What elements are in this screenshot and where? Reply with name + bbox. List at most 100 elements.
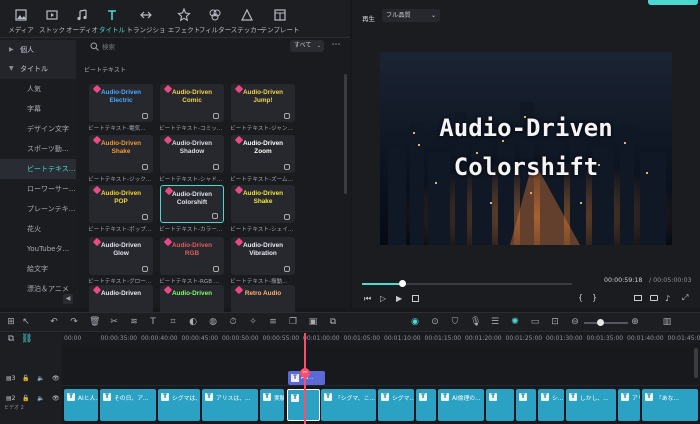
timeline-scrollbar[interactable] — [694, 348, 698, 378]
download-icon[interactable] — [142, 266, 148, 272]
download-icon[interactable] — [284, 113, 290, 119]
title-card[interactable]: Audio-Driven Glow — [89, 237, 153, 275]
shield-icon[interactable]: ⛉ — [450, 317, 460, 327]
lock-icon[interactable]: 🔓 — [22, 395, 29, 402]
zoom-handle[interactable] — [597, 319, 604, 326]
category-sports[interactable]: スポーツ動... — [0, 139, 76, 159]
title-card[interactable]: Audio-Driven POP — [89, 185, 153, 223]
title-card[interactable]: Audio-Driven Vibration — [231, 237, 295, 275]
eye-icon[interactable]: 👁 — [52, 375, 60, 382]
download-icon[interactable] — [284, 214, 290, 220]
progress-handle[interactable] — [398, 280, 406, 287]
video-clip[interactable]: T 「シグマ、こ... — [321, 389, 376, 421]
download-icon[interactable] — [284, 164, 290, 170]
text-tool-icon[interactable]: T — [148, 317, 158, 327]
download-icon[interactable] — [142, 214, 148, 220]
render-icon[interactable]: ◉ — [410, 317, 420, 327]
mark-in-button[interactable]: { — [578, 293, 583, 302]
video-clip[interactable]: T — [416, 389, 436, 421]
zoom-in-icon[interactable]: ⊕ — [630, 317, 640, 327]
detach-icon[interactable]: ⧉ — [328, 317, 338, 327]
video-clip[interactable]: Tシグマは、... — [158, 389, 200, 421]
eye-icon[interactable]: 👁 — [52, 395, 60, 402]
title-card[interactable]: Audio-Driven Shake — [231, 185, 295, 223]
category-emoji[interactable]: 絵文字 — [0, 259, 76, 279]
mic-icon[interactable]: 🎙 — [470, 317, 481, 327]
monitor-icon[interactable] — [634, 295, 642, 301]
video-clip[interactable]: T その日、ア... — [100, 389, 156, 421]
download-icon[interactable] — [213, 164, 219, 170]
zoom-slider[interactable] — [584, 322, 628, 324]
grid-scrollbar[interactable] — [344, 74, 347, 194]
audio-wave-icon[interactable]: ≋ — [129, 317, 139, 327]
video-clip[interactable]: T しかし、... — [566, 389, 616, 421]
link-icon[interactable]: ⛓ — [21, 334, 32, 344]
category-popular[interactable]: 人気 — [0, 79, 76, 99]
download-icon[interactable] — [142, 164, 148, 170]
timeline-ruler[interactable]: 00:00 00:00:35:00 00:00:40:00 00:00:45:00 00… — [62, 333, 700, 345]
category-plain-text[interactable]: プレーンテキ... — [0, 199, 76, 219]
screen-icon[interactable]: ⊡ — [550, 317, 560, 327]
zoom-out-icon[interactable]: ⊖ — [570, 317, 580, 327]
video-clip[interactable]: T — [486, 389, 514, 421]
mark-out-button[interactable]: } — [592, 293, 597, 302]
download-icon[interactable] — [142, 113, 148, 119]
collapse-panel-button[interactable]: ◀ — [63, 294, 73, 304]
snapshot-icon[interactable] — [650, 295, 658, 301]
category-subtitle[interactable]: 字幕 — [0, 99, 76, 119]
fullscreen-icon[interactable]: ⤢ — [682, 293, 688, 303]
video-clip[interactable]: T実験... — [260, 389, 284, 421]
subtitle-icon[interactable]: ▭ — [530, 317, 540, 327]
download-icon[interactable] — [213, 266, 219, 272]
play-circle-icon[interactable]: ⊙ — [430, 317, 440, 327]
add-track-icon[interactable]: ⧉ — [6, 334, 16, 344]
toolbar-template[interactable]: テンプレート — [260, 4, 300, 36]
menu-icon[interactable]: ☰ — [490, 317, 500, 327]
title-card[interactable]: Audio-Driven Shake — [89, 135, 153, 173]
group-icon[interactable]: ▣ — [308, 317, 318, 327]
stop-button[interactable] — [412, 295, 419, 302]
scissor-icon[interactable]: ✂ — [300, 368, 310, 378]
undo-icon[interactable]: ↶ — [49, 317, 59, 327]
mask-icon[interactable]: ◍ — [208, 317, 218, 327]
prev-frame-button[interactable]: ⏮ — [364, 294, 371, 304]
download-icon[interactable] — [213, 113, 219, 119]
video-clip[interactable]: T — [516, 389, 536, 421]
category-beat-text[interactable]: ビートテキス... — [0, 159, 76, 179]
effects-icon[interactable]: ✧ — [248, 317, 258, 327]
video-clip[interactable]: TAIと人... — [64, 389, 98, 421]
download-icon[interactable] — [284, 266, 290, 272]
category-title[interactable]: ▼ タイトル — [0, 59, 76, 79]
select-tool-icon[interactable]: ↖ — [21, 317, 31, 327]
title-card[interactable]: Audio-Driven Shadow — [160, 135, 224, 173]
title-card[interactable]: Audio-Driven Jump! — [231, 84, 295, 122]
video-clip[interactable]: T 「あな... — [642, 389, 698, 421]
category-fireworks[interactable]: 花火 — [0, 219, 76, 239]
video-clip[interactable]: T アリスは、... — [202, 389, 258, 421]
category-lower-third[interactable]: ローワーサー... — [0, 179, 76, 199]
playhead[interactable] — [304, 333, 306, 424]
speed-icon[interactable]: ⏱ — [228, 317, 238, 327]
adjust-icon[interactable]: ≡ — [268, 317, 278, 327]
title-card[interactable]: Audio-Driven Electric — [89, 84, 153, 122]
lock-icon[interactable]: 🔓 — [22, 375, 29, 382]
quality-dropdown[interactable]: フル品質 ⌄ — [382, 9, 440, 22]
download-icon[interactable] — [212, 213, 218, 219]
video-clip[interactable]: Tアリ... — [618, 389, 640, 421]
delete-icon[interactable]: 🗑 — [89, 317, 100, 327]
crop-icon[interactable]: ⌗ — [168, 317, 178, 327]
category-design-text[interactable]: デザイン文字 — [0, 119, 76, 139]
redo-icon[interactable]: ↷ — [69, 317, 79, 327]
play-button[interactable]: ▶ — [396, 294, 402, 303]
export-button[interactable] — [648, 0, 698, 5]
video-clip[interactable]: T シ... — [538, 389, 564, 421]
cut-icon[interactable]: ✂ — [109, 317, 119, 327]
title-card[interactable]: Audio-Driven Zoom — [231, 135, 295, 173]
title-card[interactable]: Audio-Driven Comic — [160, 84, 224, 122]
more-options-button[interactable]: ⋯ — [330, 40, 342, 52]
grid-layout-icon[interactable]: ⊞ — [6, 317, 16, 327]
speaker-icon[interactable]: 🔈 — [37, 375, 44, 382]
video-clip[interactable]: T シグマ... — [378, 389, 414, 421]
step-forward-button[interactable]: ▷ — [380, 294, 386, 303]
title-card[interactable]: Audio-Driven RGB — [160, 237, 224, 275]
